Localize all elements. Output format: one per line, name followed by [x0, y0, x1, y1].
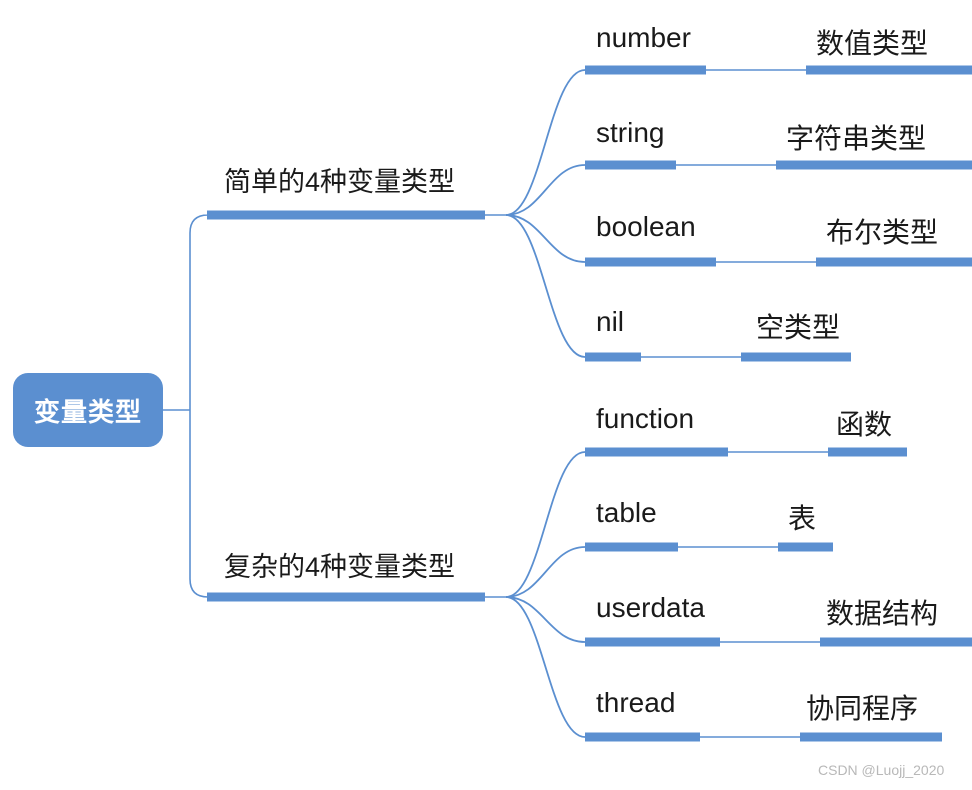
leaf-translation-label[interactable]: 函数	[836, 403, 892, 443]
watermark-label: CSDN @Luojj_2020	[818, 762, 945, 778]
branch-elbow	[189, 578, 209, 598]
leaf-term-label[interactable]: number	[596, 22, 691, 54]
leaf-connector	[505, 596, 586, 738]
leaf-term-label[interactable]: userdata	[596, 592, 705, 624]
leaf-connector	[505, 164, 586, 216]
leaf-term-label[interactable]: boolean	[596, 211, 696, 243]
branch-label[interactable]: 复杂的4种变量类型	[224, 545, 455, 584]
leaf-term-label[interactable]: thread	[596, 687, 675, 719]
leaf-translation-label[interactable]: 数据结构	[826, 592, 938, 632]
branch-elbow	[189, 214, 209, 234]
branch-label[interactable]: 简单的4种变量类型	[224, 160, 455, 199]
leaf-term-label[interactable]: function	[596, 403, 694, 435]
leaf-connector	[505, 69, 586, 216]
leaf-translation-label[interactable]: 字符串类型	[786, 117, 926, 157]
leaf-translation-label[interactable]: 数值类型	[816, 22, 928, 62]
leaf-term-label[interactable]: nil	[596, 306, 624, 338]
leaf-translation-label[interactable]: 空类型	[756, 306, 840, 346]
root-node[interactable]: 变量类型	[13, 373, 163, 447]
leaf-term-label[interactable]: table	[596, 497, 657, 529]
leaf-translation-label[interactable]: 表	[788, 497, 816, 537]
leaf-translation-label[interactable]: 协同程序	[806, 687, 918, 727]
leaf-connector	[505, 214, 586, 358]
leaf-connector	[505, 451, 586, 598]
leaf-connector	[505, 546, 586, 598]
root-node-label: 变量类型	[33, 396, 142, 427]
leaf-term-label[interactable]: string	[596, 117, 664, 149]
leaf-translation-label[interactable]: 布尔类型	[826, 211, 938, 251]
mindmap-canvas: 变量类型 CSDN @Luojj_2020 简单的4种变量类型 number 数值类…	[0, 0, 972, 790]
